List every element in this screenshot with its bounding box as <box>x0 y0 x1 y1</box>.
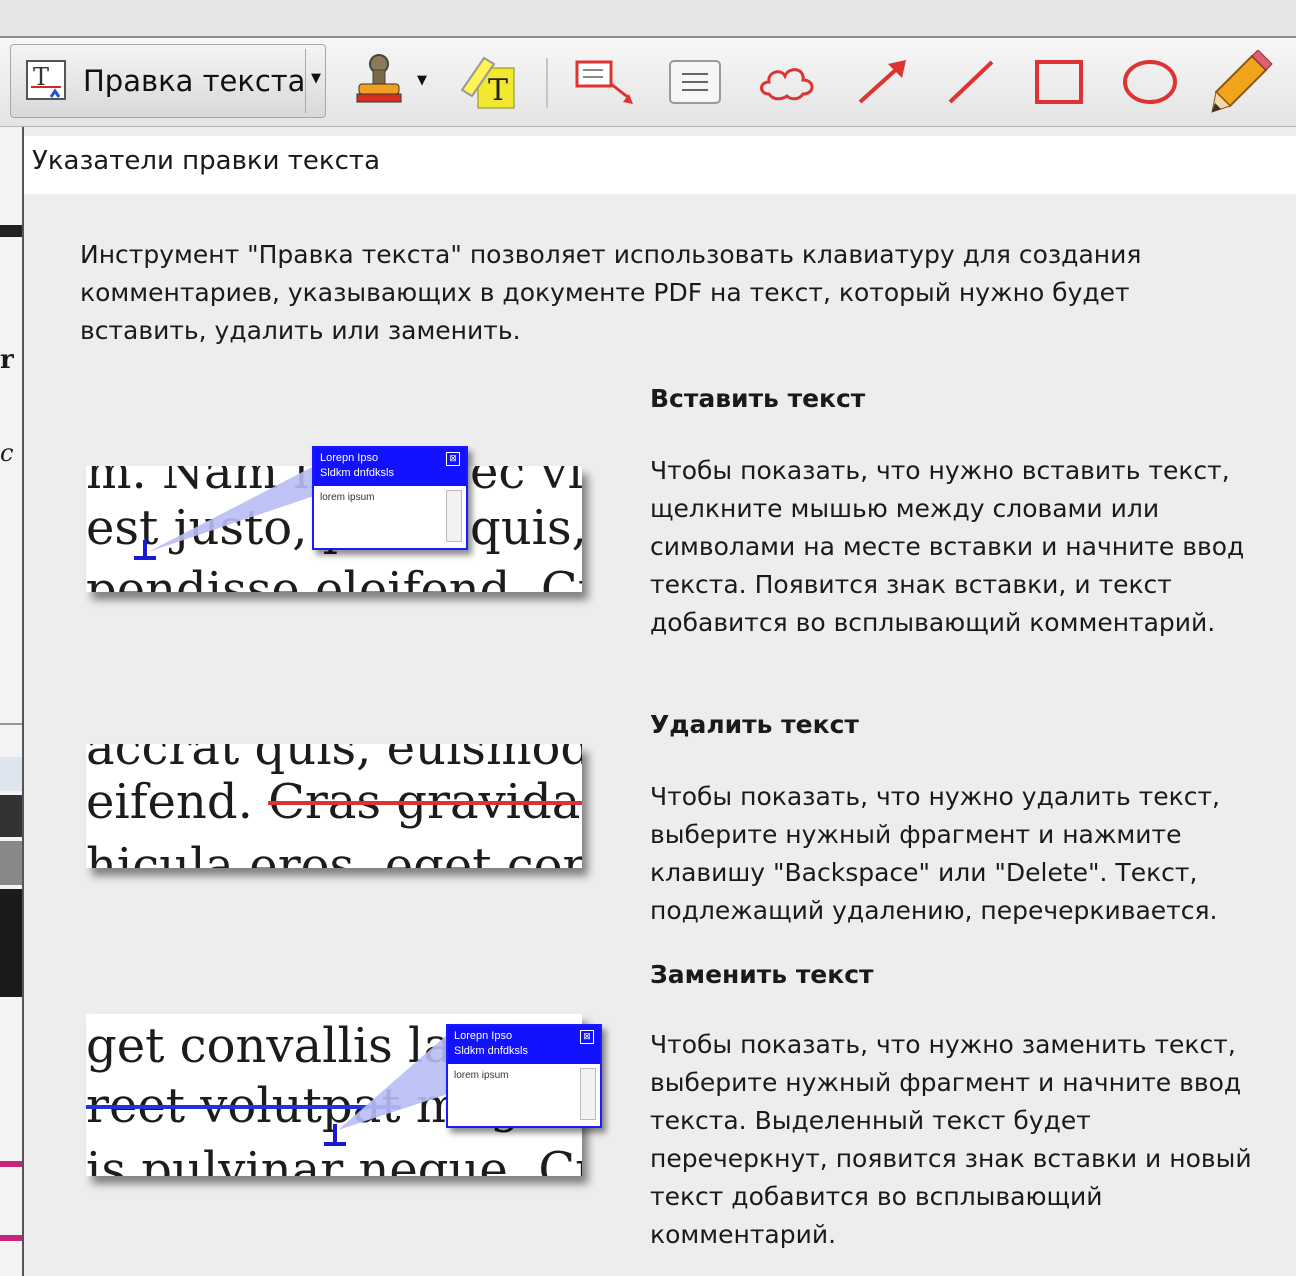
edit-text-icon: T <box>26 60 66 100</box>
edit-text-dropdown-arrow[interactable]: ▼ <box>311 71 321 86</box>
delete-text-sample: accrat quis, euismod vel, eifend. Cras g… <box>86 744 582 868</box>
svg-text:T: T <box>488 73 508 108</box>
sample-line: eifend. Cras gravida, odio <box>86 774 582 830</box>
sticky-note-icon <box>669 60 721 104</box>
note-connector <box>148 466 314 552</box>
popup-note: Lorepn Ipso Sldkm dnfdksls ⊠ lorem ipsum <box>446 1024 602 1128</box>
oval-icon <box>1123 60 1177 104</box>
arrow-tool-button[interactable] <box>852 56 914 108</box>
cloud-tool-button[interactable] <box>756 58 818 106</box>
popup-note-subtitle: Sldkm dnfdksls <box>454 1045 528 1057</box>
popup-note-body: lorem ipsum <box>320 492 375 503</box>
panel-title-bar: Указатели правки текста <box>24 136 1296 194</box>
popup-close-icon[interactable]: ⊠ <box>446 452 460 466</box>
popup-close-icon[interactable]: ⊠ <box>580 1030 594 1044</box>
sample-line: accrat quis, euismod vel, <box>86 744 582 776</box>
insert-text-description: Чтобы показать, что нужно вставить текст… <box>650 456 1245 637</box>
highlight-text-icon: T <box>460 56 515 109</box>
sample-line: quis, eu <box>470 500 582 556</box>
left-edge-letter-c: c <box>0 439 14 467</box>
edit-text-tool-button[interactable]: T Правка текста ▼ <box>10 44 326 118</box>
struck-text: Cras gravida, <box>268 774 582 830</box>
replace-text-heading: Заменить текст <box>650 960 874 989</box>
line-tool-button[interactable] <box>942 56 1000 108</box>
text-callout-icon <box>575 60 633 104</box>
arrow-icon <box>858 60 906 104</box>
panel-title: Указатели правки текста <box>32 146 381 176</box>
rectangle-tool-button[interactable] <box>1030 56 1088 108</box>
stamp-icon <box>356 54 402 103</box>
comment-toolbar: T Правка текста ▼ ▼ T <box>0 38 1296 127</box>
rectangle-icon <box>1035 60 1083 104</box>
title-strip <box>0 0 1296 38</box>
popup-note-title: Lorepn Ipso <box>454 1030 513 1042</box>
line-icon <box>948 60 994 104</box>
oval-tool-button[interactable] <box>1118 56 1182 108</box>
replace-text-description: Чтобы показать, что нужно заменить текст… <box>650 1030 1252 1249</box>
intro-text: Инструмент "Правка текста" позволяет исп… <box>80 240 1142 345</box>
text-callout-tool-button[interactable] <box>572 54 638 110</box>
left-panel-edge: r c <box>0 127 24 1276</box>
popup-note-subtitle: Sldkm dnfdksls <box>320 467 394 479</box>
popup-scrollbar[interactable] <box>580 1068 596 1120</box>
note-connector <box>338 1034 448 1130</box>
stamp-dropdown-arrow[interactable]: ▼ <box>417 73 427 88</box>
sample-line: hicula eros, eget consecte <box>86 838 582 868</box>
popup-note-title: Lorepn Ipso <box>320 452 379 464</box>
popup-note-body: lorem ipsum <box>454 1070 509 1081</box>
popup-scrollbar[interactable] <box>446 490 462 542</box>
insert-text-heading: Вставить текст <box>650 384 866 413</box>
left-edge-letter-r: r <box>0 345 14 375</box>
cloud-icon <box>760 68 814 101</box>
pencil-tool-button[interactable] <box>1206 50 1276 114</box>
edit-text-label: Правка текста <box>83 64 306 98</box>
popup-note: Lorepn Ipso Sldkm dnfdksls ⊠ lorem ipsum <box>312 446 468 550</box>
sticky-note-tool-button[interactable] <box>666 58 724 106</box>
pencil-icon <box>1211 50 1273 113</box>
delete-text-description: Чтобы показать, что нужно удалить текст,… <box>650 782 1220 925</box>
highlight-text-tool-button[interactable]: T <box>456 50 522 112</box>
delete-text-heading: Удалить текст <box>650 710 859 739</box>
sample-line: pendisse eleifend. Cras g <box>86 562 582 592</box>
stamp-tool-button[interactable]: ▼ <box>344 52 434 108</box>
sample-line: ec viv <box>470 466 582 500</box>
